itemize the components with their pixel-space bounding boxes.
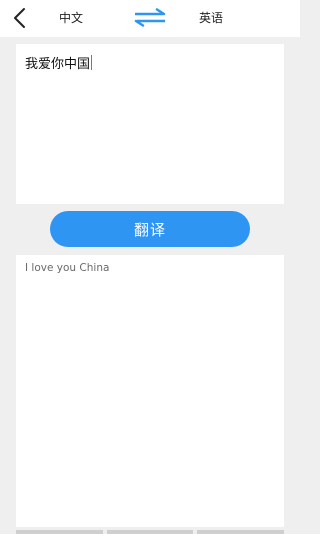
back-button[interactable] xyxy=(8,6,32,30)
divider-segment xyxy=(197,530,285,534)
translate-button[interactable]: 翻译 xyxy=(50,211,250,247)
swap-arrows-icon xyxy=(134,8,166,27)
source-text: 我爱你中国 xyxy=(25,57,91,72)
target-language-selector[interactable]: 英语 xyxy=(199,9,223,26)
chevron-left-icon xyxy=(14,8,25,28)
top-bar: 中文 英语 xyxy=(0,0,300,37)
translation-result-text: I love you China xyxy=(25,262,110,274)
text-cursor xyxy=(91,55,93,70)
swap-languages-button[interactable] xyxy=(133,8,167,28)
divider-segment xyxy=(16,530,103,534)
source-language-selector[interactable]: 中文 xyxy=(59,9,83,26)
source-text-area[interactable]: 我爱你中国 xyxy=(16,44,284,204)
translation-result-area: I love you China xyxy=(16,255,284,527)
divider-segment xyxy=(106,530,194,534)
bottom-divider xyxy=(16,530,285,534)
